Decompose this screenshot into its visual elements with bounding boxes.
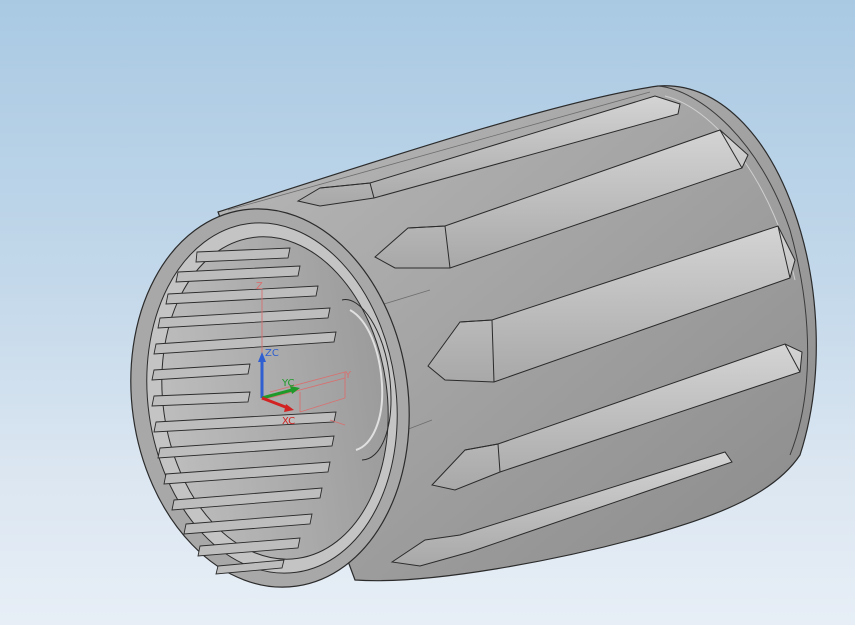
datum-y-label: Y xyxy=(344,370,352,381)
xc-label: XC xyxy=(282,416,295,427)
datum-z-label: Z xyxy=(256,281,263,292)
zc-label: ZC xyxy=(265,348,279,359)
yc-label: YC xyxy=(281,378,295,389)
graphics-viewport[interactable]: Z Y ZC YC XC xyxy=(0,0,855,625)
model-canvas[interactable]: Z Y ZC YC XC xyxy=(0,0,855,625)
